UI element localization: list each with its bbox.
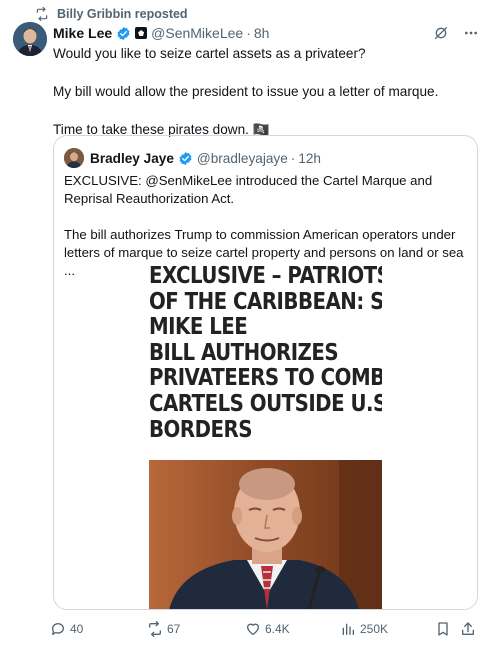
action-bar: 40 67 6.4K 250K: [50, 621, 480, 639]
headline-line: OF THE CARIBBEAN: SEN.: [149, 288, 382, 315]
views-chart-icon: [342, 623, 354, 635]
tweet-paragraph: My bill would allow the president to iss…: [53, 84, 439, 99]
headline-line: MIKE LEE: [149, 314, 248, 341]
quote-author-name[interactable]: Bradley Jaye: [90, 151, 174, 166]
headline-line: EXCLUSIVE – PATRIOTS: [149, 263, 382, 289]
repost-icon: [149, 621, 161, 637]
tweet-text: Would you like to seize cartel assets as…: [53, 44, 476, 139]
tweet-header: Mike Lee @SenMikeLee · 8h: [53, 24, 480, 42]
author-handle[interactable]: @SenMikeLee: [151, 25, 243, 41]
headline-line: PRIVATEERS TO COMBAT: [149, 365, 382, 392]
share-button[interactable]: [460, 621, 476, 637]
quote-time[interactable]: 12h: [298, 151, 321, 166]
repost-header[interactable]: Billy Gribbin reposted: [35, 7, 188, 21]
repost-label: Billy Gribbin reposted: [57, 7, 188, 21]
quote-author-handle[interactable]: @bradleyajaye: [197, 151, 288, 166]
verified-badge-icon: [179, 151, 192, 165]
avatar[interactable]: [13, 22, 47, 56]
bookmark-button[interactable]: [435, 621, 451, 637]
views-count: 250K: [360, 622, 389, 636]
reply-count: 40: [70, 622, 84, 636]
headline-line: BILL AUTHORIZES: [149, 339, 339, 366]
repost-icon: [36, 7, 48, 21]
separator-dot: ·: [246, 25, 251, 41]
repost-count: 67: [167, 622, 181, 636]
share-icon: [462, 622, 474, 635]
quote-avatar[interactable]: [64, 148, 84, 168]
verified-badge-icon: [117, 26, 130, 40]
author-name[interactable]: Mike Lee: [53, 25, 112, 41]
quote-paragraph: EXCLUSIVE: @SenMikeLee introduced the Ca…: [64, 173, 433, 206]
senator-photo: [149, 460, 382, 609]
repost-button[interactable]: 67: [147, 621, 180, 637]
reply-button[interactable]: 40: [50, 621, 83, 637]
views-button[interactable]: 250K: [340, 621, 388, 637]
tweet-paragraph: Would you like to seize cartel assets as…: [53, 46, 366, 61]
image-headline: EXCLUSIVE – PATRIOTS OF THE CARIBBEAN: S…: [149, 263, 382, 443]
headline-line: BORDERS: [149, 416, 252, 443]
grok-icon[interactable]: [432, 24, 450, 42]
like-count: 6.4K: [265, 622, 290, 636]
like-button[interactable]: 6.4K: [245, 621, 290, 637]
heart-icon: [247, 623, 259, 635]
quoted-tweet[interactable]: Bradley Jaye @bradleyajaye · 12h EXCLUSI…: [53, 135, 478, 610]
headline-line: CARTELS OUTSIDE U.S.: [149, 390, 382, 417]
tweet-time[interactable]: 8h: [254, 25, 270, 41]
government-badge-icon: [135, 27, 148, 39]
bookmark-icon: [438, 622, 448, 636]
article-image[interactable]: EXCLUSIVE – PATRIOTS OF THE CARIBBEAN: S…: [149, 260, 382, 609]
more-options-icon[interactable]: [462, 24, 480, 42]
quote-header: Bradley Jaye @bradleyajaye · 12h: [64, 148, 467, 168]
separator-dot: ·: [290, 150, 296, 166]
avatar-image: [13, 22, 47, 56]
reply-icon: [51, 623, 64, 635]
